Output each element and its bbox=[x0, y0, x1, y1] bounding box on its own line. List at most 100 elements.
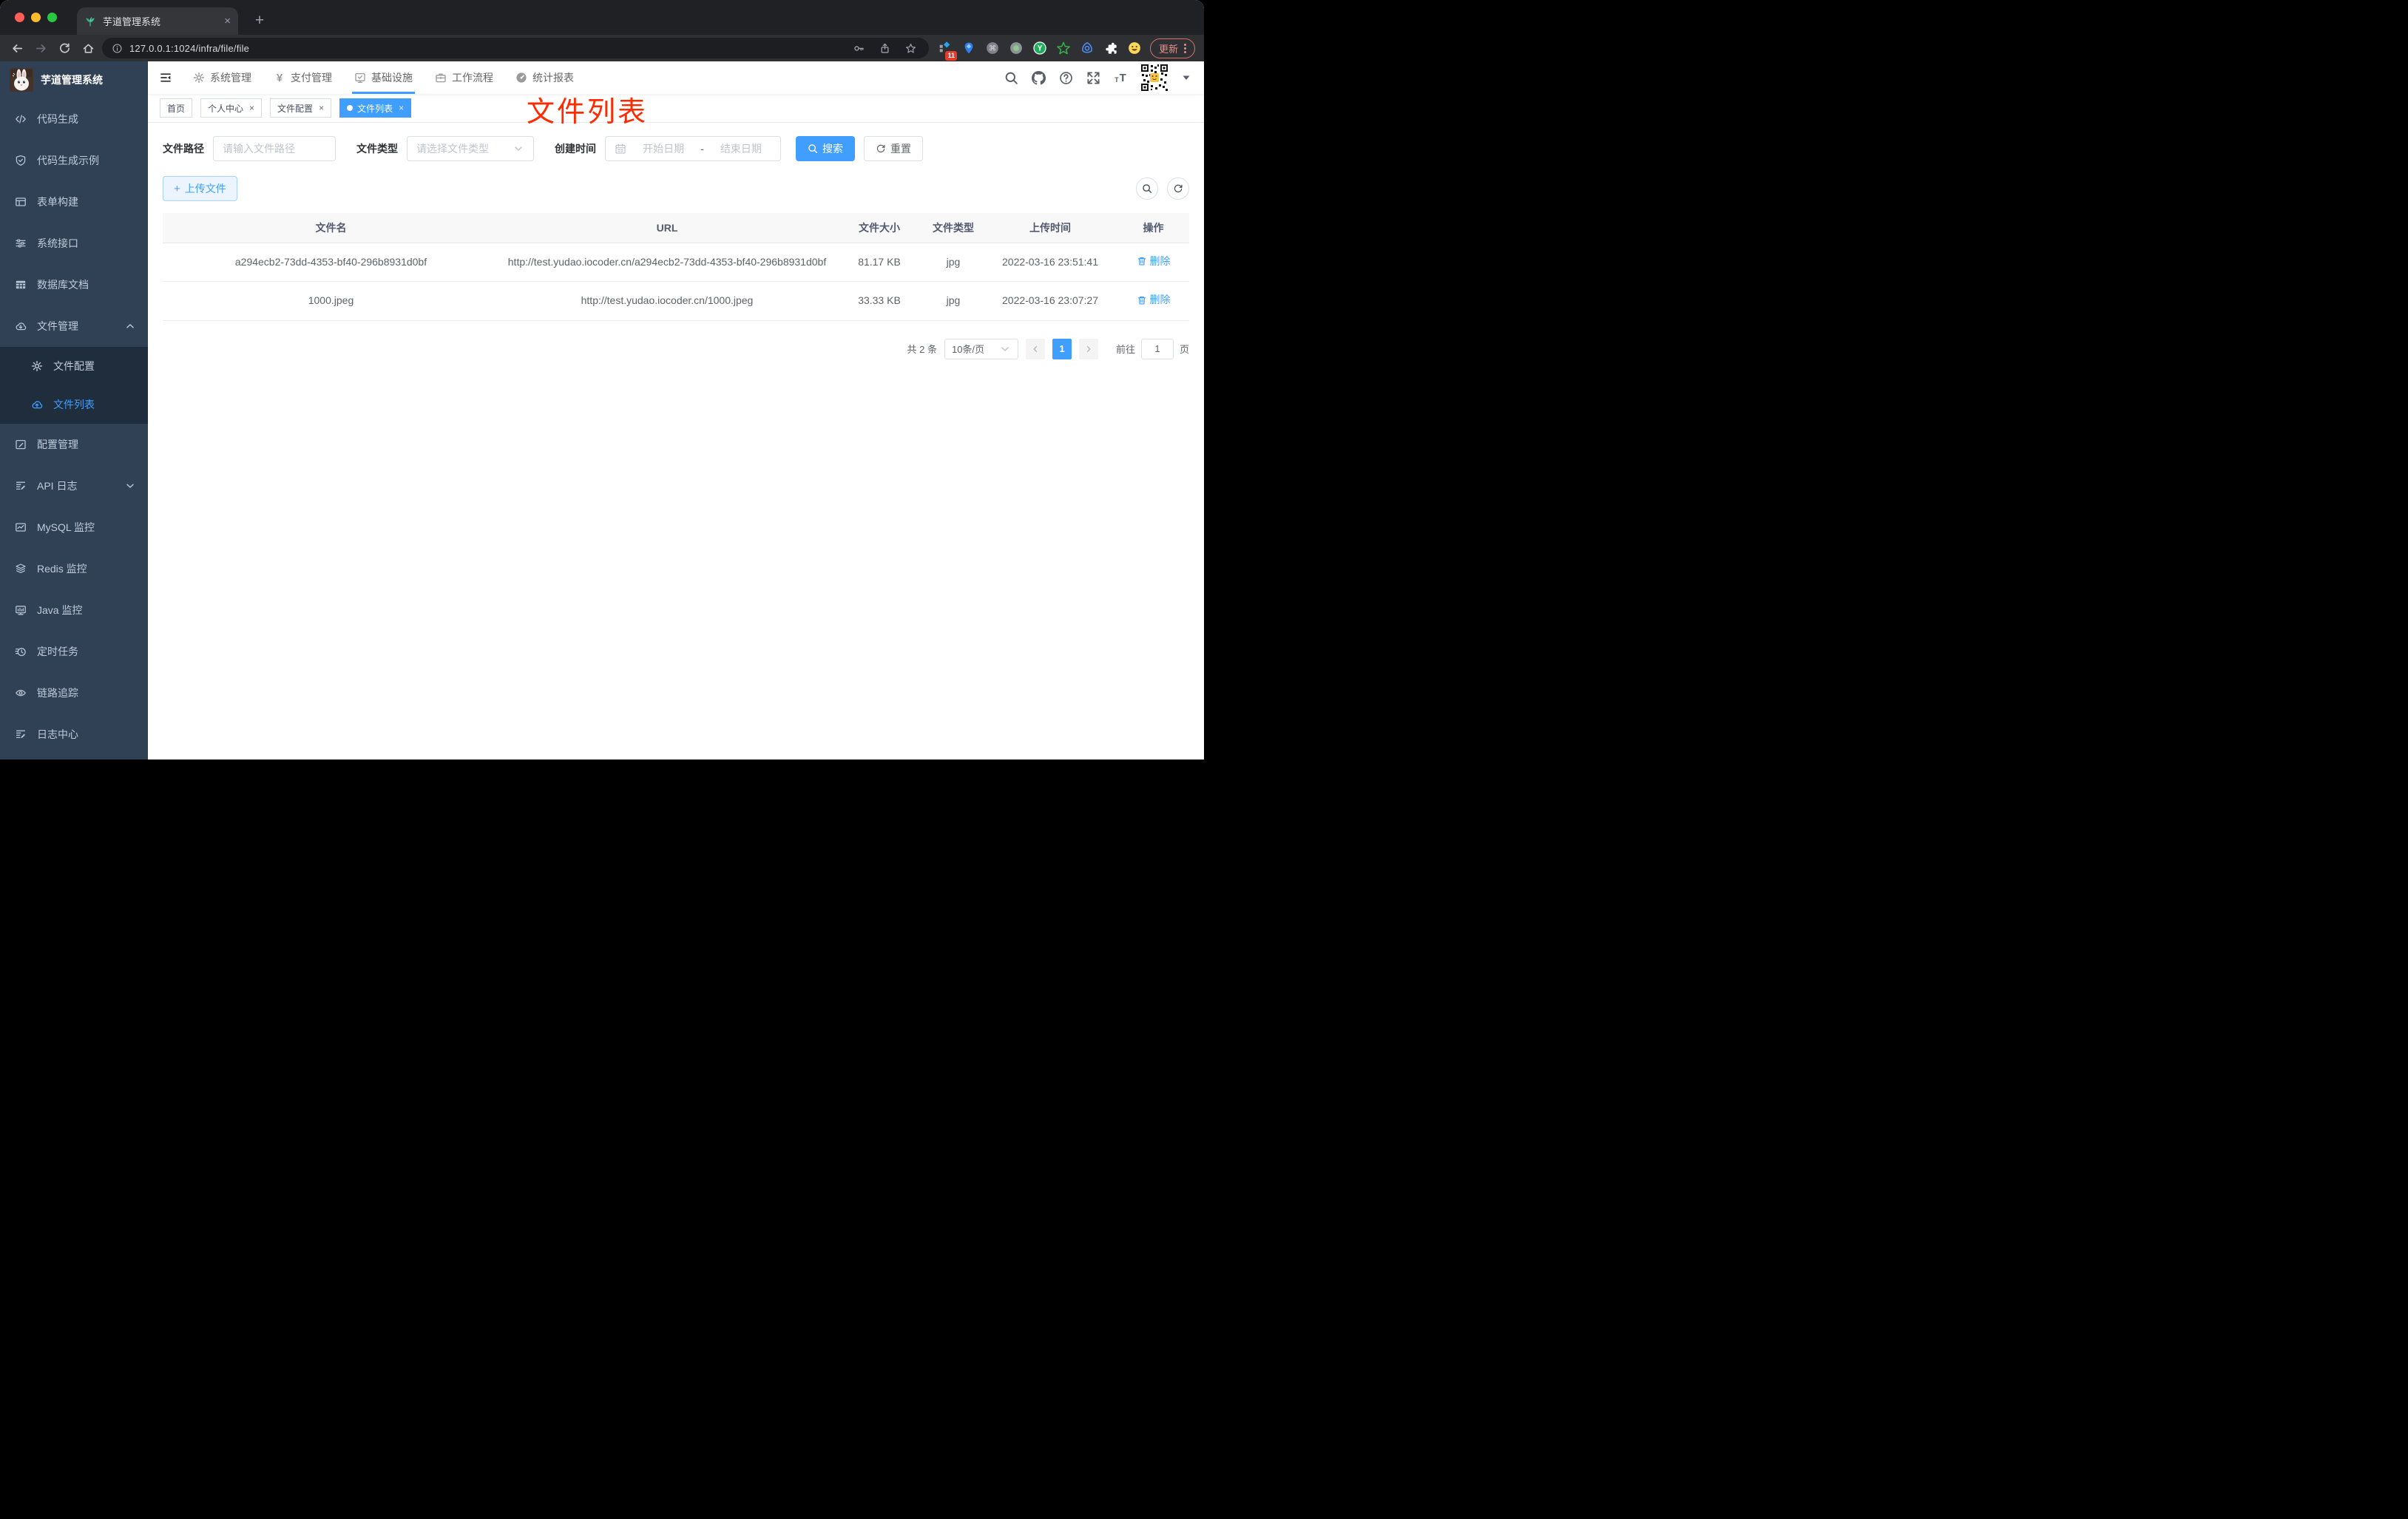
forward-arrow-icon[interactable] bbox=[31, 38, 51, 58]
address-bar[interactable]: 127.0.0.1:1024/infra/file/file bbox=[102, 38, 929, 58]
sidebar-item[interactable]: 代码生成 bbox=[0, 98, 148, 140]
top-menu-item[interactable]: 统计报表 bbox=[504, 61, 585, 94]
top-menu-item[interactable]: 基础设施 bbox=[343, 61, 424, 94]
upload-button[interactable]: + 上传文件 bbox=[163, 176, 237, 201]
layers-icon bbox=[15, 563, 27, 575]
tab-close-icon[interactable]: × bbox=[224, 16, 231, 27]
current-page-button[interactable]: 1 bbox=[1052, 338, 1072, 359]
ext-emoji-icon[interactable] bbox=[1124, 38, 1144, 58]
back-arrow-icon[interactable] bbox=[7, 38, 27, 58]
fontsize-icon[interactable]: TT bbox=[1112, 70, 1129, 86]
delete-button[interactable]: 删除 bbox=[1137, 253, 1171, 270]
cell-file-size: 81.17 KB bbox=[835, 243, 924, 282]
end-date-placeholder[interactable]: 结束日期 bbox=[711, 141, 771, 156]
browser-update-button[interactable]: 更新 bbox=[1150, 38, 1196, 58]
sidebar-item[interactable]: Java 监控 bbox=[0, 589, 148, 631]
sprout-favicon-icon bbox=[84, 16, 96, 27]
avatar[interactable] bbox=[1140, 63, 1169, 92]
sidebar-submenu: 文件配置 文件列表 bbox=[0, 347, 148, 424]
fullscreen-icon[interactable] bbox=[1085, 70, 1101, 86]
avatar-caret-icon[interactable] bbox=[1180, 72, 1192, 84]
url-text[interactable]: 127.0.0.1:1024/infra/file/file bbox=[129, 43, 847, 54]
refresh-table-button[interactable] bbox=[1167, 177, 1189, 200]
chevron-down-icon bbox=[124, 480, 136, 492]
type-select[interactable]: 请选择文件类型 bbox=[407, 136, 534, 161]
sidebar-item[interactable]: 定时任务 bbox=[0, 631, 148, 672]
tag-close-icon[interactable]: × bbox=[319, 103, 324, 113]
briefcase-icon bbox=[435, 72, 447, 84]
toggle-search-button[interactable] bbox=[1136, 177, 1158, 200]
minimize-window-button[interactable] bbox=[31, 13, 41, 22]
search-button[interactable]: 搜索 bbox=[796, 136, 855, 161]
help-icon[interactable] bbox=[1058, 70, 1074, 86]
sidebar-item[interactable]: MySQL 监控 bbox=[0, 507, 148, 548]
share-icon[interactable] bbox=[879, 43, 890, 54]
tag-close-icon[interactable]: × bbox=[249, 103, 254, 113]
ext-command-icon[interactable]: ⌘ bbox=[982, 38, 1002, 58]
search-icon[interactable] bbox=[1003, 70, 1019, 86]
browser-tab[interactable]: 芋道管理系统 × bbox=[77, 7, 238, 35]
ext-y-icon: Y bbox=[1032, 41, 1046, 55]
top-menu-item[interactable]: 工作流程 bbox=[424, 61, 504, 94]
sidebar-item[interactable]: 配置管理 bbox=[0, 424, 148, 465]
browser-menu-icon[interactable] bbox=[1184, 43, 1187, 53]
sidebar-item[interactable]: API 日志 bbox=[0, 465, 148, 507]
delete-button[interactable]: 删除 bbox=[1137, 291, 1171, 308]
table-header-cell: 上传时间 bbox=[983, 213, 1117, 243]
start-date-placeholder[interactable]: 开始日期 bbox=[633, 141, 694, 156]
db-grid-icon bbox=[15, 279, 27, 291]
tag-close-icon[interactable]: × bbox=[399, 103, 404, 113]
info-icon[interactable] bbox=[112, 43, 123, 54]
eye-icon bbox=[15, 687, 27, 699]
cell-upload-time: 2022-03-16 23:07:27 bbox=[983, 281, 1117, 321]
tag[interactable]: 文件列表 × bbox=[339, 98, 412, 118]
sidebar-item[interactable]: 日志中心 bbox=[0, 714, 148, 755]
zoom-window-button[interactable] bbox=[47, 13, 57, 22]
top-menu-item[interactable]: 系统管理 bbox=[182, 61, 263, 94]
reload-icon[interactable] bbox=[55, 38, 75, 58]
path-input[interactable] bbox=[213, 136, 336, 161]
reset-button[interactable]: 重置 bbox=[864, 136, 923, 161]
sidebar-subitem[interactable]: 文件列表 bbox=[0, 385, 148, 424]
goto-page-input[interactable] bbox=[1140, 338, 1174, 359]
star-icon[interactable] bbox=[905, 43, 916, 54]
ext-pin-icon[interactable] bbox=[958, 38, 978, 58]
tag[interactable]: 个人中心 × bbox=[200, 98, 263, 118]
sidebar-item[interactable]: 系统接口 bbox=[0, 223, 148, 264]
sidebar-item[interactable]: 表单构建 bbox=[0, 181, 148, 223]
sidebar-logo[interactable]: 芋道管理系统 bbox=[0, 61, 148, 98]
ext-dot-icon[interactable] bbox=[1006, 38, 1026, 58]
tag[interactable]: 首页 bbox=[160, 98, 193, 118]
browser-tab-strip: 芋道管理系统 × + bbox=[0, 0, 1204, 35]
close-window-button[interactable] bbox=[15, 13, 24, 22]
type-label: 文件类型 bbox=[356, 143, 398, 155]
search-icon bbox=[808, 143, 818, 154]
next-page-button[interactable] bbox=[1078, 338, 1098, 359]
date-range-picker[interactable]: 开始日期 - 结束日期 bbox=[605, 136, 781, 161]
sidebar-item[interactable]: 链路追踪 bbox=[0, 672, 148, 714]
infra-icon bbox=[354, 72, 366, 84]
sidebar-subitem[interactable]: 文件配置 bbox=[0, 347, 148, 385]
new-tab-button[interactable]: + bbox=[250, 12, 269, 30]
sidebar-item[interactable]: 数据库文档 bbox=[0, 264, 148, 305]
github-icon[interactable] bbox=[1030, 70, 1046, 86]
ext-y-icon[interactable]: Y bbox=[1029, 38, 1049, 58]
top-menu-item[interactable]: ¥ 支付管理 bbox=[263, 61, 343, 94]
ext-eye-icon[interactable] bbox=[1077, 38, 1097, 58]
gauge-icon bbox=[515, 72, 527, 84]
ext-puzzle-icon[interactable] bbox=[1100, 38, 1120, 58]
sidebar-item[interactable]: 代码生成示例 bbox=[0, 140, 148, 181]
search-icon bbox=[1142, 183, 1152, 194]
ext-star-icon[interactable] bbox=[1053, 38, 1073, 58]
key-icon[interactable] bbox=[853, 43, 865, 54]
select-caret-icon bbox=[513, 143, 524, 155]
sidebar-item[interactable]: Redis 监控 bbox=[0, 548, 148, 589]
page-size-select[interactable]: 10条/页 bbox=[944, 338, 1018, 359]
prev-page-button[interactable] bbox=[1025, 338, 1045, 359]
tag[interactable]: 文件配置 × bbox=[270, 98, 332, 118]
search-icon bbox=[1004, 71, 1018, 85]
sidebar-collapse-button[interactable] bbox=[160, 72, 172, 84]
home-icon[interactable] bbox=[78, 38, 98, 58]
sidebar-item[interactable]: 文件管理 bbox=[0, 305, 148, 347]
ext-grid-diamond-icon[interactable]: 11 bbox=[935, 38, 957, 61]
